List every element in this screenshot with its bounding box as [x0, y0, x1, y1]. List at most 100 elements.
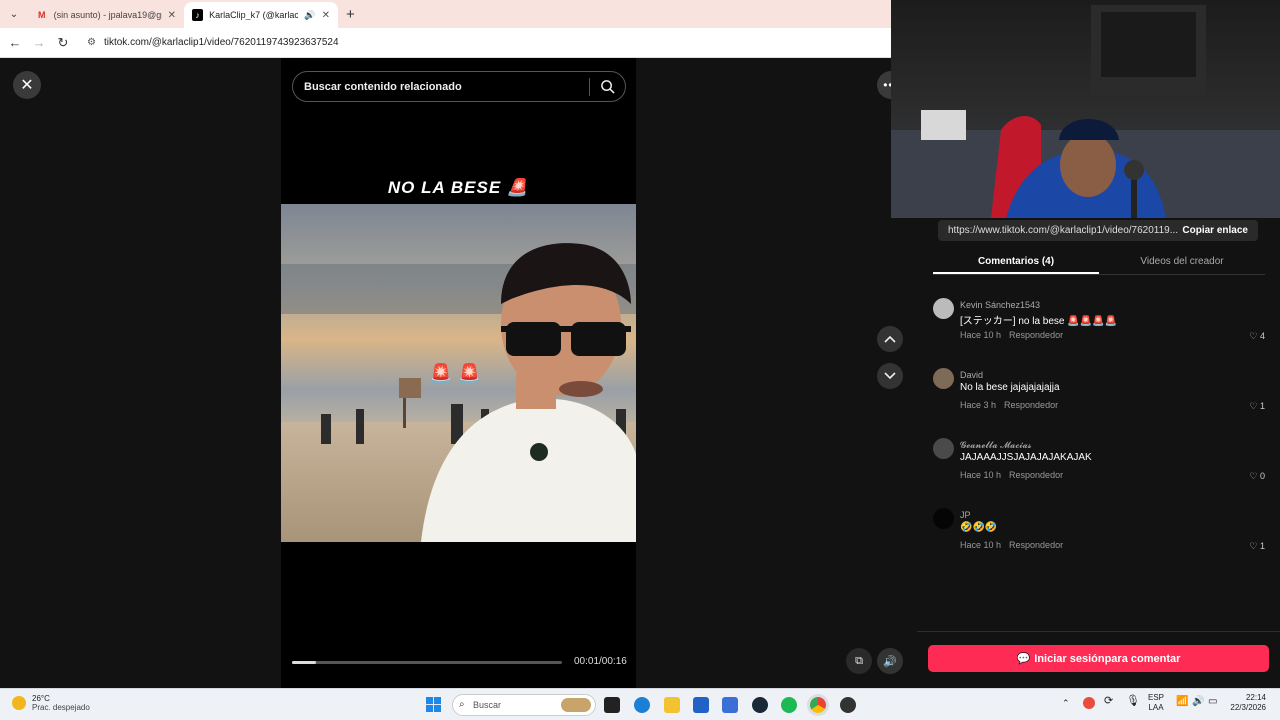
progress-fill — [292, 661, 317, 664]
comment-item: JP 🤣🤣🤣 Hace 10 h Respondedor ♡ 1 — [933, 508, 1265, 568]
comment-username[interactable]: David — [960, 370, 983, 380]
forward-icon[interactable]: → — [27, 35, 51, 50]
comment-meta: Hace 10 h Respondedor — [960, 470, 1063, 480]
comment-meta: Hace 10 h Respondedor — [960, 540, 1063, 550]
like-button[interactable]: ♡ 1 — [1249, 401, 1265, 412]
reply-button[interactable]: Respondedor — [1009, 330, 1063, 340]
volume-icon: 🔊 — [883, 655, 897, 668]
lang-code: ESP — [1148, 693, 1165, 702]
comment-time: Hace 3 h — [960, 400, 997, 410]
comment-time: Hace 10 h — [960, 470, 1002, 480]
video-progress-bar[interactable] — [292, 661, 562, 664]
edge-icon[interactable] — [634, 697, 650, 713]
battery-icon[interactable]: ▭ — [1208, 697, 1217, 707]
like-count: 1 — [1259, 541, 1265, 551]
chrome-icon[interactable] — [810, 697, 826, 713]
language-indicator[interactable]: ESP LAA — [1148, 693, 1164, 713]
volume-icon[interactable]: 🔊 — [1192, 697, 1204, 707]
comment-item: David No la bese jajajajajajja Hace 3 h … — [933, 368, 1265, 428]
like-count: 4 — [1259, 331, 1265, 341]
windows-start-icon[interactable] — [426, 697, 441, 712]
chat-icon: 💬 — [1016, 653, 1031, 665]
siren-emojis: 🚨 🚨 — [429, 364, 482, 385]
avatar[interactable] — [933, 368, 954, 389]
comment-time: Hace 10 h — [960, 540, 1002, 550]
new-tab-button[interactable]: + — [346, 6, 355, 23]
avatar[interactable] — [933, 438, 954, 459]
comment-text: No la bese jajajajajajja — [960, 382, 1060, 393]
spotify-icon[interactable] — [781, 697, 797, 713]
search-icon: ⌕ — [459, 699, 465, 710]
tab-comments[interactable]: Comentarios (4) — [933, 247, 1099, 274]
reply-button[interactable]: Respondedor — [1004, 400, 1058, 410]
volume-button[interactable]: 🔊 — [877, 648, 903, 674]
tab-search-chevron-icon[interactable]: ⌄ — [0, 0, 28, 28]
app-icon[interactable] — [840, 697, 856, 713]
avatar[interactable] — [933, 508, 954, 529]
search-icon[interactable] — [600, 79, 615, 94]
next-video-button[interactable] — [877, 363, 903, 389]
close-video-button[interactable]: ✕ — [13, 71, 41, 99]
file-explorer-icon[interactable] — [664, 697, 680, 713]
comment-text: 🤣🤣🤣 — [960, 522, 998, 533]
clock[interactable]: 22:14 22/3/2026 — [1226, 693, 1266, 713]
login-to-comment-button[interactable]: 💬 Iniciar sesiónpara comentar — [928, 645, 1269, 672]
clock-date: 22/3/2026 — [1230, 703, 1266, 712]
close-tab-icon[interactable]: ✕ — [168, 10, 176, 21]
tab-label: KarlaClip_k7 (@karlaclip1) | — [209, 10, 299, 20]
weather-widget[interactable]: 26°C Prac. despejado — [12, 694, 90, 712]
tab-tiktok[interactable]: ♪ KarlaClip_k7 (@karlaclip1) | 🔊 ✕ — [184, 2, 338, 28]
login-label: Iniciar sesiónpara comentar — [1034, 652, 1181, 665]
share-link-text[interactable]: https://www.tiktok.com/@karlaclip1/video… — [948, 225, 1178, 236]
floating-player-button[interactable]: ⧉ — [846, 648, 872, 674]
like-count: 1 — [1259, 401, 1265, 411]
like-button[interactable]: ♡ 1 — [1249, 541, 1265, 552]
avatar[interactable] — [933, 298, 954, 319]
comment-username[interactable]: Kevin Sánchez1543 — [960, 300, 1040, 310]
comment-text: [ステッカー] no la bese 🚨🚨🚨🚨 — [960, 316, 1118, 327]
tab-creator-videos[interactable]: Videos del creador — [1099, 247, 1265, 274]
reply-button[interactable]: Respondedor — [1009, 540, 1063, 550]
url-field[interactable]: ⚙ tiktok.com/@karlaclip1/video/762011974… — [87, 37, 339, 48]
comment-username[interactable]: JP — [960, 510, 971, 520]
previous-video-button[interactable] — [877, 326, 903, 352]
webcam-overlay — [891, 0, 1280, 218]
tray-overflow-icon[interactable]: ⌃ — [1062, 698, 1070, 708]
wifi-icon[interactable]: 📶 — [1176, 697, 1188, 707]
audio-playing-icon[interactable]: 🔊 — [304, 10, 315, 21]
microphone-icon[interactable]: 🎙 — [1126, 696, 1140, 707]
video-frame[interactable]: 🚨 🚨 — [281, 204, 636, 542]
close-tab-icon[interactable]: ✕ — [322, 10, 330, 21]
reply-button[interactable]: Respondedor — [1009, 470, 1063, 480]
store-icon[interactable] — [693, 697, 709, 713]
tab-gmail[interactable]: M (sin asunto) - jpalava19@gmail ✕ — [28, 2, 184, 28]
comment-meta: Hace 3 h Respondedor — [960, 400, 1058, 410]
task-view-icon[interactable] — [604, 697, 620, 713]
gmail-icon: M — [38, 10, 46, 20]
tray-app-icon[interactable] — [1083, 697, 1095, 709]
screen: ⌄ M (sin asunto) - jpalava19@gmail ✕ ♪ K… — [0, 0, 1280, 720]
copy-link-button[interactable]: Copiar enlace — [1182, 225, 1248, 236]
taskbar-search-label: Buscar — [473, 700, 502, 710]
comment-username[interactable]: 𝓖𝓮𝓪𝓷𝓮𝓵𝓵𝓪 𝓜𝓪𝓬𝓲𝓪𝓼 — [960, 440, 1032, 451]
search-placeholder: Buscar contenido relacionado — [304, 80, 462, 93]
address-bar: ← → ↻ ⚙ tiktok.com/@karlaclip1/video/762… — [0, 28, 891, 58]
back-icon[interactable]: ← — [3, 35, 27, 50]
like-button[interactable]: ♡ 4 — [1249, 331, 1265, 342]
outlook-icon[interactable] — [722, 697, 738, 713]
comment-meta: Hace 10 h Respondedor — [960, 330, 1063, 340]
chevron-down-icon — [884, 372, 896, 380]
reload-icon[interactable]: ↻ — [51, 35, 75, 51]
sync-icon[interactable]: ⟳ — [1104, 696, 1113, 707]
related-search-input[interactable]: Buscar contenido relacionado — [292, 71, 626, 102]
site-info-icon[interactable]: ⚙ — [87, 37, 96, 48]
taskbar-search[interactable]: ⌕ Buscar — [452, 694, 596, 716]
tab-label: (sin asunto) - jpalava19@gmail — [53, 10, 162, 20]
panel-tabs: Comentarios (4) Videos del creador — [933, 247, 1265, 275]
steam-icon[interactable] — [752, 697, 768, 713]
heart-icon: ♡ — [1249, 401, 1258, 411]
comment-text: JAJAAAJJSJAJAJAJAKAJAK — [960, 452, 1092, 463]
like-button[interactable]: ♡ 0 — [1249, 471, 1265, 482]
temperature: 26°C — [32, 694, 50, 703]
taskbar: 26°C Prac. despejado ⌕ Buscar ⌃ ⟳ 🎙 ESP … — [0, 688, 1280, 720]
